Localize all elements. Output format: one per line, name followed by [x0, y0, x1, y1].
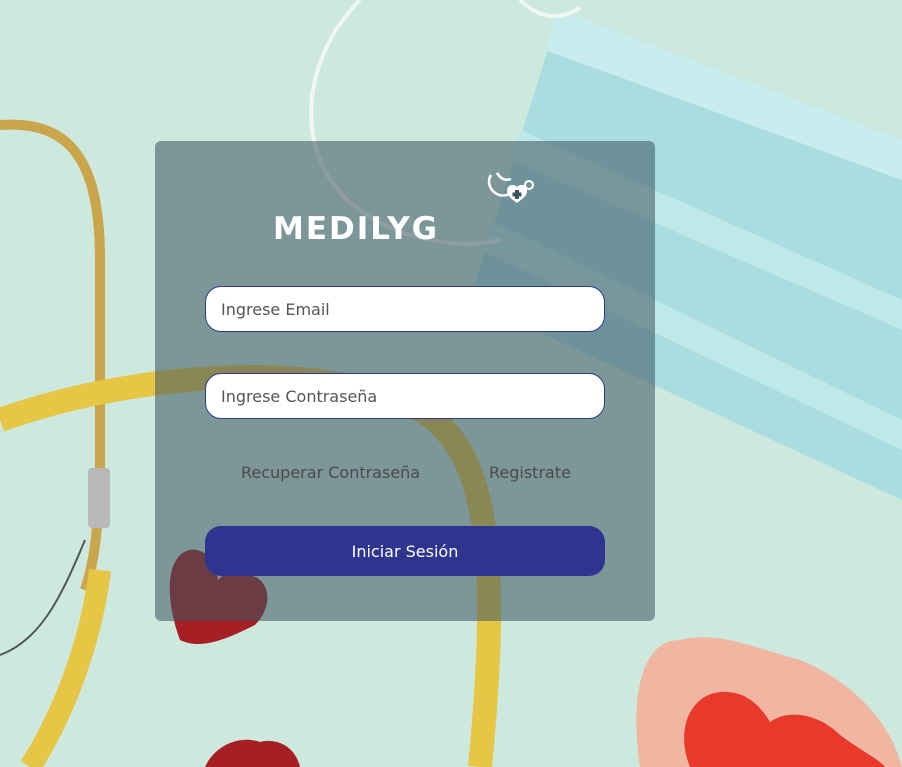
- brand-name: MEDILYG: [273, 211, 440, 247]
- recover-password-link[interactable]: Recuperar Contraseña: [241, 463, 420, 482]
- stethoscope-heart-icon: [487, 172, 534, 203]
- login-card: MEDILYG Recuperar Contraseña Registrate …: [155, 141, 655, 621]
- login-button[interactable]: Iniciar Sesión: [205, 526, 605, 576]
- password-field[interactable]: [205, 373, 605, 419]
- email-field[interactable]: [205, 286, 605, 332]
- brand-logo: MEDILYG: [273, 171, 543, 251]
- register-link[interactable]: Registrate: [489, 463, 571, 482]
